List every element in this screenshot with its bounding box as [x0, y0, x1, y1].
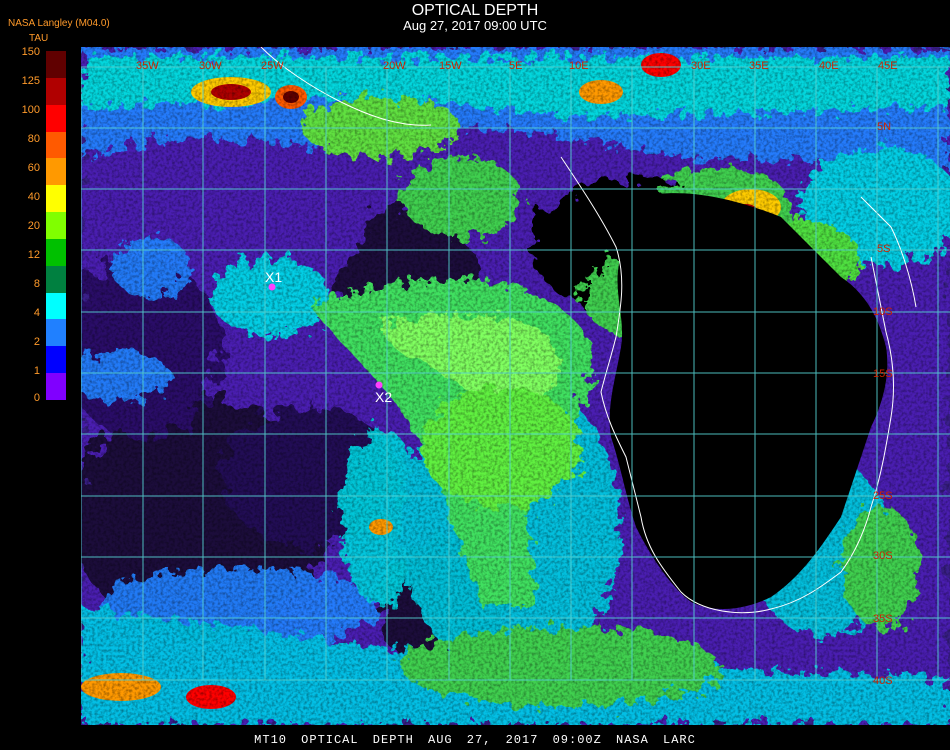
- legend-tick: 60: [27, 162, 40, 174]
- legend-color-bar: [46, 51, 66, 401]
- marker-label: X2: [375, 389, 392, 405]
- map-subtitle: Aug 27, 2017 09:00 UTC: [403, 18, 547, 33]
- legend-tick: 20: [27, 220, 40, 232]
- lon-label: 30E: [691, 60, 711, 72]
- lat-label: 10S: [873, 306, 893, 318]
- legend-tick: 125: [21, 75, 40, 87]
- legend-tick: 0: [33, 392, 40, 404]
- lon-label: 40E: [819, 60, 839, 72]
- lon-label: 15W: [439, 60, 462, 72]
- lon-label: 25W: [261, 60, 284, 72]
- marker-label: X1: [265, 269, 282, 285]
- legend-swatch: [46, 238, 66, 267]
- satellite-map[interactable]: 35W 30W 25W 20W 15W 5E 10E 30E 35E 40E 4…: [81, 47, 950, 725]
- legend-tick: 150: [21, 46, 40, 58]
- legend-tick: 100: [21, 104, 40, 116]
- marker-dot: [375, 381, 383, 389]
- legend-swatch: [46, 212, 66, 240]
- lat-label: 35S: [873, 613, 893, 625]
- legend-tick: 1: [33, 365, 40, 377]
- lat-label: 5N: [877, 121, 891, 133]
- legend-tick: 2: [33, 336, 40, 348]
- lon-label: 30W: [199, 60, 222, 72]
- lat-label: 40S: [873, 675, 893, 687]
- legend-unit: TAU: [29, 33, 49, 44]
- legend-swatch: [46, 51, 66, 79]
- lon-label: 10E: [569, 60, 589, 72]
- legend-swatch: [46, 185, 66, 213]
- lon-label: 45E: [878, 60, 898, 72]
- footer-caption: MT10 OPTICAL DEPTH AUG 27, 2017 09:00Z N…: [254, 733, 696, 747]
- legend-swatch: [46, 131, 66, 159]
- legend-tick: 40: [27, 191, 40, 203]
- legend-swatch: [46, 104, 66, 133]
- provider-label: NASA Langley (M04.0): [8, 18, 110, 29]
- lat-label: 15S: [873, 368, 893, 380]
- legend-tick: 8: [33, 278, 40, 290]
- map-canvas: 35W 30W 25W 20W 15W 5E 10E 30E 35E 40E 4…: [81, 47, 950, 725]
- lon-label: 35E: [749, 60, 769, 72]
- legend-swatch: [46, 265, 66, 294]
- lat-label: 25S: [873, 490, 893, 502]
- lon-label: 5E: [509, 60, 522, 72]
- lat-label: 5S: [877, 243, 890, 255]
- legend-swatch: [46, 346, 66, 374]
- lat-label: 30S: [873, 550, 893, 562]
- lon-label: 35W: [136, 60, 159, 72]
- lon-label: 20W: [383, 60, 406, 72]
- legend-tick: 4: [33, 307, 40, 319]
- legend-tick: 12: [27, 249, 40, 261]
- legend-swatch: [46, 319, 66, 347]
- legend-swatch: [46, 292, 66, 320]
- legend-swatch: [46, 373, 66, 401]
- legend-swatch: [46, 77, 66, 106]
- legend-tick: 80: [27, 133, 40, 145]
- legend-swatch: [46, 158, 66, 186]
